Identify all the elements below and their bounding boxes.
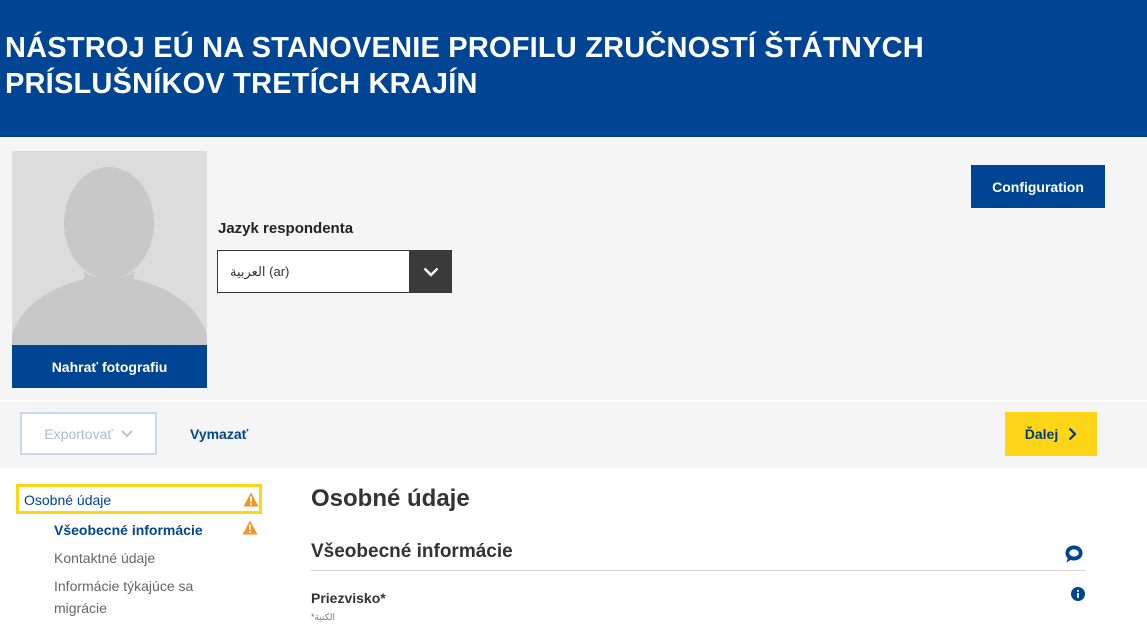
speech-bubble-icon[interactable]	[1064, 544, 1084, 564]
app-header: NÁSTROJ EÚ NA STANOVENIE PROFILU ZRUČNOS…	[0, 0, 1147, 137]
warning-triangle-icon	[243, 492, 259, 507]
sidebar-item-general-info[interactable]: Všeobecné informácie	[54, 522, 203, 538]
next-button[interactable]: Ďalej	[1005, 412, 1097, 456]
export-button[interactable]: Exportovať	[20, 412, 157, 455]
export-button-label: Exportovať	[44, 425, 113, 442]
section-divider	[311, 570, 1086, 571]
clear-link[interactable]: Vymazať	[190, 426, 248, 442]
sidebar-item-migration-info[interactable]: Informácie týkajúce sa	[54, 578, 193, 594]
section-title: Všeobecné informácie	[311, 541, 513, 562]
page-header-title: NÁSTROJ EÚ NA STANOVENIE PROFILU ZRUČNOS…	[5, 32, 924, 100]
sidebar-item-label: Osobné údaje	[24, 492, 112, 508]
sidebar-item-migration-info-line2[interactable]: migrácie	[54, 600, 107, 616]
configuration-button[interactable]: Configuration	[971, 165, 1105, 208]
respondent-language-select[interactable]: العربية (ar)	[217, 250, 452, 293]
respondent-language-label: Jazyk respondenta	[218, 220, 354, 237]
surname-sublabel: *الكنية	[311, 612, 335, 622]
action-toolbar	[0, 402, 1147, 468]
next-button-label: Ďalej	[1024, 426, 1059, 442]
respondent-language-value: العربية (ar)	[230, 264, 290, 279]
chevron-right-icon	[1068, 427, 1077, 441]
upload-photo-button[interactable]: Nahrať fotografiu	[12, 345, 207, 388]
surname-label: Priezvisko*	[311, 590, 386, 606]
chevron-down-icon[interactable]	[409, 250, 452, 293]
warning-triangle-icon	[242, 520, 258, 535]
sidebar-item-personal-data[interactable]: Osobné údaje	[16, 484, 262, 514]
sidebar-item-contact-details[interactable]: Kontaktné údaje	[54, 550, 155, 566]
page-title: Osobné údaje	[311, 485, 470, 512]
info-icon[interactable]	[1071, 587, 1085, 601]
chevron-down-icon	[121, 429, 133, 437]
